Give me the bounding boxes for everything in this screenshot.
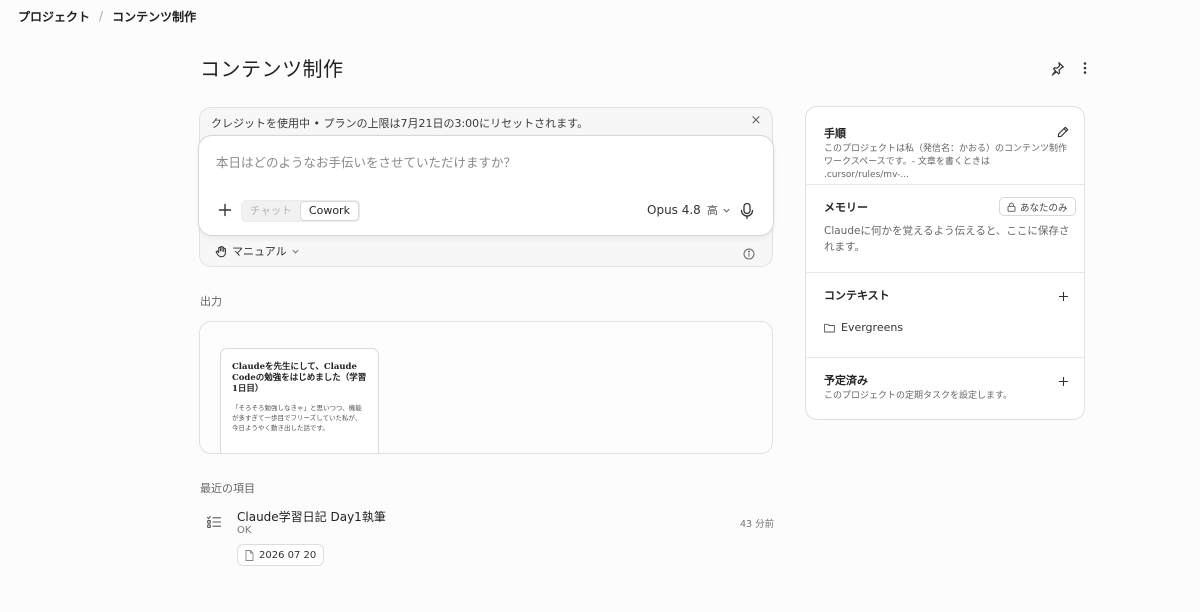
pin-icon (1051, 61, 1064, 76)
close-notice-button[interactable]: × (748, 113, 764, 129)
context-section: コンテキスト (806, 273, 1084, 358)
plus-icon (218, 203, 232, 217)
voice-input-button[interactable] (739, 202, 755, 220)
mode-toggle: チャット Cowork (241, 200, 360, 222)
message-composer: チャット Cowork Opus 4.8 高 (198, 135, 774, 236)
message-input[interactable] (216, 152, 736, 172)
document-excerpt: 「そろそろ勉強しなきゃ」と思いつつ、機能が多すぎて一歩目でフリーズしていた私が、… (232, 404, 362, 432)
output-document-thumbnail[interactable]: Claudeを先生にして、Claude Codeの勉強をはじめました（学習1日目… (220, 348, 379, 453)
more-vertical-icon (1083, 62, 1087, 74)
info-button[interactable] (743, 245, 755, 260)
pin-button[interactable] (1046, 57, 1068, 79)
recent-section-label: 最近の項目 (200, 482, 255, 495)
scheduled-text: このプロジェクトの定期タスクを設定します。 (824, 391, 1013, 401)
scheduled-title: 予定済み (824, 374, 868, 387)
chevron-down-icon (723, 208, 730, 213)
recent-task-item[interactable]: Claude学習日記 Day1執筆 OK 43 分前 2026 07 20 (206, 507, 776, 567)
file-chip[interactable]: 2026 07 20 (237, 544, 325, 566)
page-title: コンテンツ制作 (200, 57, 344, 81)
breadcrumb-current[interactable]: コンテンツ制作 (112, 8, 196, 25)
add-attachment-button[interactable] (217, 202, 233, 218)
memory-text: Claudeに何かを覚えるよう伝えると、ここに保存されます。 (824, 225, 1070, 253)
output-section-label: 出力 (200, 295, 222, 308)
permission-mode-label: マニュアル (232, 245, 287, 258)
breadcrumb: プロジェクト / コンテンツ制作 (18, 8, 196, 24)
instructions-text: このプロジェクトは私（発信名：かおる）のコンテンツ制作ワークスペースです。- 文… (824, 144, 1068, 180)
context-item-label: Evergreens (841, 321, 904, 334)
model-name: Opus 4.8 (647, 203, 701, 217)
pencil-icon (1057, 126, 1069, 138)
page: プロジェクト / コンテンツ制作 コンテンツ制作 クレジットを使用中 • プラン… (0, 0, 1200, 612)
edit-instructions-button[interactable] (1056, 125, 1070, 139)
instructions-section: 手順 このプロジェクトは私（発信名：かおる）のコンテンツ制作ワークスペースです。… (806, 107, 1084, 185)
file-icon (245, 549, 254, 561)
mode-chat-option[interactable]: チャット (242, 201, 300, 221)
document-title: Claudeを先生にして、Claude Codeの勉強をはじめました（学習1日目… (232, 362, 367, 394)
recent-item-time: 43 分前 (740, 519, 775, 530)
memory-title: メモリー (824, 201, 868, 214)
permission-mode-dropdown[interactable]: マニュアル (215, 243, 300, 259)
add-scheduled-task-button[interactable] (1056, 374, 1070, 388)
microphone-icon (740, 202, 754, 220)
more-options-button[interactable] (1074, 57, 1096, 79)
task-list-icon (206, 516, 222, 529)
breadcrumb-projects-link[interactable]: プロジェクト (18, 8, 90, 25)
output-card: Claudeを先生にして、Claude Codeの勉強をはじめました（学習1日目… (199, 321, 773, 454)
chevron-down-icon (292, 249, 299, 254)
folder-icon (824, 323, 835, 332)
breadcrumb-separator: / (99, 9, 104, 23)
plus-icon (1058, 291, 1068, 301)
context-item-evergreens[interactable]: Evergreens (824, 321, 903, 334)
project-side-panel: 手順 このプロジェクトは私（発信名：かおる）のコンテンツ制作ワークスペースです。… (805, 106, 1085, 420)
usage-notice-text: クレジットを使用中 • プランの上限は7月21日の3:00にリセットされます。 (211, 117, 589, 130)
plus-icon (1058, 376, 1068, 386)
recent-item-status: OK (237, 525, 252, 536)
add-context-button[interactable] (1056, 289, 1070, 303)
memory-visibility-badge[interactable]: あなたのみ (999, 197, 1076, 216)
memory-visibility-label: あなたのみ (1020, 202, 1068, 214)
effort-level: 高 (706, 204, 718, 217)
instructions-title: 手順 (824, 127, 846, 140)
scheduled-section: 予定済み このプロジェクトの定期タスクを設定します。 (806, 358, 1084, 419)
file-chip-label: 2026 07 20 (259, 549, 317, 561)
recent-item-title: Claude学習日記 Day1執筆 (237, 510, 386, 524)
mode-cowork-option[interactable]: Cowork (299, 201, 359, 221)
lock-icon (1007, 202, 1016, 212)
hand-icon (215, 245, 226, 257)
context-title: コンテキスト (824, 289, 890, 302)
model-selector[interactable]: Opus 4.8 高 (647, 202, 731, 218)
info-icon (743, 248, 755, 260)
